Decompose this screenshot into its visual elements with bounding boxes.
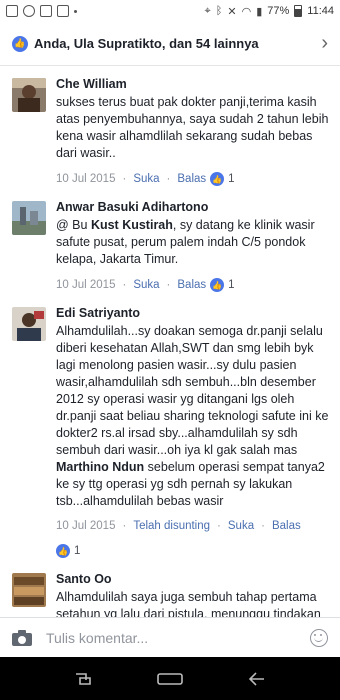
comment-body: Che William sukses terus buat pak dokter… [56,77,330,186]
facebook-icon [40,5,52,17]
recent-apps-icon [76,672,92,685]
separator: · [122,173,127,185]
avatar[interactable] [12,307,46,341]
comment-date: 10 Jul 2015 [56,173,116,185]
like-icon: 👍 [56,544,70,558]
avatar[interactable] [12,201,46,235]
like-count[interactable]: 👍 1 [210,172,235,186]
comment-author[interactable]: Edi Satriyanto [56,306,330,320]
home-icon [157,672,183,685]
comment-body: Anwar Basuki Adihartono @ Bu Kust Kustir… [56,200,330,292]
bluetooth-icon: ᛒ [215,5,223,17]
comment-author[interactable]: Che William [56,77,330,91]
mention-link[interactable]: Marthino Ndun [56,460,144,474]
gallery-icon [6,5,18,17]
recent-apps-button[interactable] [63,664,103,694]
back-button[interactable] [237,664,277,694]
comment-meta: 10 Jul 2015 · Telah disunting · Suka · B… [56,520,330,558]
avatar[interactable] [12,78,46,112]
wifi-icon: ◠ [241,5,252,18]
comment-text-prefix: Alhamdulilah...sy doakan semoga dr.panji… [56,324,329,457]
sticker-smiley-icon[interactable] [310,628,328,647]
comment-author[interactable]: Anwar Basuki Adihartono [56,200,330,214]
separator: · [217,520,221,532]
like-count-value: 1 [228,173,235,185]
mention-link[interactable]: Kust Kustirah [91,218,173,232]
comment: Santo Oo Alhamdulilah saya juga sembuh t… [0,572,340,617]
comment-meta: 10 Jul 2015 · Suka · Balas 👍 1 [56,172,330,186]
clock: 11:44 [307,5,334,17]
signal-icon: ▮ [256,5,263,18]
reply-button[interactable]: Balas [177,279,206,291]
battery-icon [294,5,303,17]
comment-text: sukses terus buat pak dokter panji,terim… [56,95,329,160]
comment-input[interactable] [46,629,310,646]
avatar[interactable] [12,573,46,607]
facebook-icon-2 [57,5,69,17]
like-count-value: 1 [228,279,235,291]
separator: · [261,520,265,532]
comment-body: Edi Satriyanto Alhamdulilah...sy doakan … [56,306,330,558]
comments-list[interactable]: Che William sukses terus buat pak dokter… [0,67,340,617]
separator: · [122,279,127,291]
reply-button[interactable]: Balas [177,173,206,185]
system-navigation-bar [0,657,340,700]
like-count-value: 1 [74,545,81,557]
comment-composer [0,617,340,657]
mute-icon: ✕ [227,5,237,18]
comment: Edi Satriyanto Alhamdulilah...sy doakan … [0,306,340,558]
like-reaction-icon: 👍 [12,35,28,52]
battery-percent: 77% [267,5,290,17]
back-icon [248,671,264,686]
location-icon: ⌖ [204,4,211,17]
status-bar: ⌖ ᛒ ✕ ◠ ▮ 77% 11:44 [0,0,340,22]
comment-text: Alhamdulilah...sy doakan semoga dr.panji… [56,323,330,510]
comment-date: 10 Jul 2015 [56,520,116,532]
comment: Che William sukses terus buat pak dokter… [0,77,340,186]
reactions-summary[interactable]: 👍 Anda, Ula Supratikto, dan 54 lainnya › [0,22,340,66]
comment: Anwar Basuki Adihartono @ Bu Kust Kustir… [0,200,340,292]
edited-label[interactable]: Telah disunting [133,520,210,532]
reactions-text: Anda, Ula Supratikto, dan 54 lainnya [34,36,259,51]
comment-date: 10 Jul 2015 [56,279,116,291]
separator: · [166,173,171,185]
reply-button[interactable]: Balas [272,520,301,532]
home-button[interactable] [150,664,190,694]
like-count[interactable]: 👍 1 [210,278,235,292]
comment-meta: 10 Jul 2015 · Suka · Balas 👍 1 [56,278,330,292]
whatsapp-icon [23,5,35,17]
more-notifications-icon [74,9,77,13]
like-count[interactable]: 👍 1 [56,544,80,558]
like-button[interactable]: Suka [133,173,159,185]
separator: · [122,520,127,532]
comment-text: @ Bu Kust Kustirah, sy datang ke klinik … [56,217,330,268]
status-bar-right: ⌖ ᛒ ✕ ◠ ▮ 77% 11:44 [205,5,334,18]
comment-text: Alhamdulilah saya juga sembuh tahap pert… [56,590,321,617]
like-icon: 👍 [210,172,225,186]
comment-author[interactable]: Santo Oo [56,572,330,586]
separator: · [166,279,171,291]
like-button[interactable]: Suka [133,279,159,291]
chevron-right-icon[interactable]: › [321,32,328,55]
like-button[interactable]: Suka [228,520,254,532]
like-icon: 👍 [210,278,225,292]
comment-text-prefix: @ Bu [56,218,91,232]
comment-body: Santo Oo Alhamdulilah saya juga sembuh t… [56,572,330,617]
status-bar-left [6,5,77,17]
camera-icon[interactable] [12,629,32,646]
